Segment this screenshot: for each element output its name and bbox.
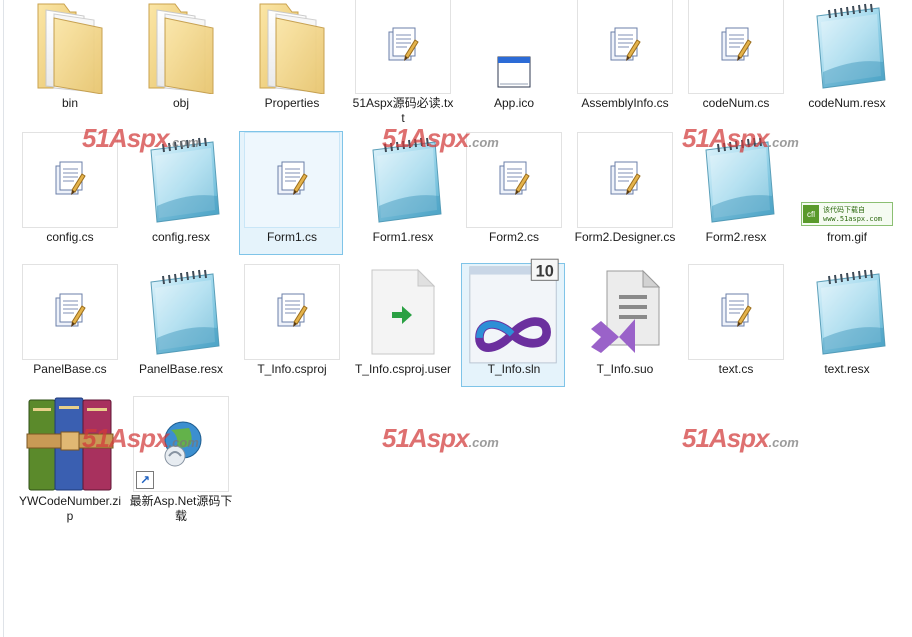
file-item[interactable]: codeNum.cs: [683, 0, 787, 121]
file-name-label: config.resx: [151, 230, 211, 244]
visual-studio-solution-icon: 10: [466, 258, 562, 364]
file-name-label: Properties: [264, 96, 320, 110]
file-item[interactable]: config.resx: [128, 131, 232, 255]
document-icon: [355, 0, 451, 94]
version-badge: 10: [536, 262, 554, 280]
gif-text-bottom: www.51aspx.com: [823, 215, 882, 223]
file-name-label: 最新Asp.Net源码下载: [129, 494, 233, 523]
file-name-label: config.cs: [46, 230, 94, 244]
notepad-icon: [133, 264, 229, 360]
file-name-label: 51Aspx源码必读.txt: [352, 96, 454, 125]
file-item[interactable]: config.cs: [17, 131, 121, 255]
document-icon: [22, 264, 118, 360]
file-name-label: bin: [61, 96, 78, 110]
file-item[interactable]: bin: [17, 0, 121, 121]
file-name-label: Form1.cs: [266, 230, 317, 244]
folder-icon: [133, 0, 229, 94]
file-name-label: Form2.resx: [705, 230, 767, 244]
document-icon: [466, 132, 562, 228]
notepad-icon: [133, 132, 229, 228]
document-icon: [688, 264, 784, 360]
svg-text:cfl: cfl: [807, 210, 815, 219]
file-item[interactable]: App.ico: [461, 0, 565, 121]
file-item[interactable]: codeNum.resx: [794, 0, 898, 121]
document-icon: [244, 264, 340, 360]
document-icon: [577, 132, 673, 228]
file-name-label: PanelBase.cs: [33, 362, 107, 376]
file-name-label: T_Info.csproj: [257, 362, 327, 376]
file-item[interactable]: 51Aspx源码必读.txt: [350, 0, 454, 125]
window-icon: [466, 0, 562, 94]
file-name-label: Form2.cs: [488, 230, 539, 244]
file-name-label: Form1.resx: [372, 230, 434, 244]
file-item[interactable]: Form1.cs: [239, 131, 343, 255]
file-name-label: text.cs: [718, 362, 754, 376]
file-item[interactable]: 10 T_Info.sln: [461, 258, 565, 387]
gif-text-top: 该代码下载自: [823, 205, 865, 214]
notepad-icon: [355, 132, 451, 228]
document-icon: [244, 132, 340, 228]
notepad-icon: [688, 132, 784, 228]
file-item[interactable]: T_Info.suo: [572, 263, 676, 387]
document-icon: [22, 132, 118, 228]
file-item[interactable]: AssemblyInfo.cs: [572, 0, 676, 121]
file-name-label: PanelBase.resx: [138, 362, 224, 376]
file-item[interactable]: Properties: [239, 0, 343, 121]
file-item[interactable]: T_Info.csproj.user: [350, 263, 454, 387]
file-item[interactable]: T_Info.csproj: [239, 263, 343, 387]
file-name-label: T_Info.sln: [487, 362, 541, 376]
visual-studio-file-icon: [577, 264, 673, 360]
file-name-label: T_Info.suo: [596, 362, 654, 376]
file-name-label: codeNum.cs: [702, 96, 770, 110]
file-item[interactable]: PanelBase.resx: [128, 263, 232, 387]
file-item[interactable]: ↗ 最新Asp.Net源码下载: [128, 395, 232, 523]
file-item[interactable]: Form2.resx: [683, 131, 787, 255]
file-item[interactable]: YWCodeNumber.zip: [17, 395, 121, 523]
file-item[interactable]: text.resx: [794, 263, 898, 387]
file-name-label: App.ico: [493, 96, 535, 110]
document-icon: [577, 0, 673, 94]
file-name-label: from.gif: [826, 230, 867, 244]
file-item[interactable]: Form2.cs: [461, 131, 565, 255]
user-file-icon: [355, 264, 451, 360]
gif-icon: cfl 该代码下载自 www.51aspx.com: [799, 132, 895, 228]
file-name-label: text.resx: [824, 362, 870, 376]
file-grid: bin obj Properties 51Aspx源码必读.txt App.ic…: [0, 0, 912, 637]
file-item[interactable]: PanelBase.cs: [17, 263, 121, 387]
file-item[interactable]: obj: [128, 0, 232, 121]
file-item[interactable]: text.cs: [683, 263, 787, 387]
file-name-label: obj: [172, 96, 189, 110]
file-item[interactable]: Form1.resx: [350, 131, 454, 255]
folder-icon: [22, 0, 118, 94]
file-name-label: AssemblyInfo.cs: [581, 96, 669, 110]
file-item[interactable]: Form2.Designer.cs: [572, 131, 676, 255]
notepad-icon: [799, 0, 895, 94]
document-icon: [688, 0, 784, 94]
internet-shortcut-icon: ↗: [133, 396, 229, 492]
shortcut-arrow-icon: ↗: [136, 471, 154, 489]
file-name-label: Form2.Designer.cs: [574, 230, 676, 244]
file-name-label: YWCodeNumber.zip: [18, 494, 122, 523]
file-name-label: codeNum.resx: [808, 96, 886, 110]
file-item[interactable]: cfl 该代码下载自 www.51aspx.com from.gif: [794, 131, 898, 255]
file-name-label: T_Info.csproj.user: [354, 362, 452, 376]
folder-icon: [244, 0, 340, 94]
notepad-icon: [799, 264, 895, 360]
winrar-icon: [22, 396, 118, 492]
